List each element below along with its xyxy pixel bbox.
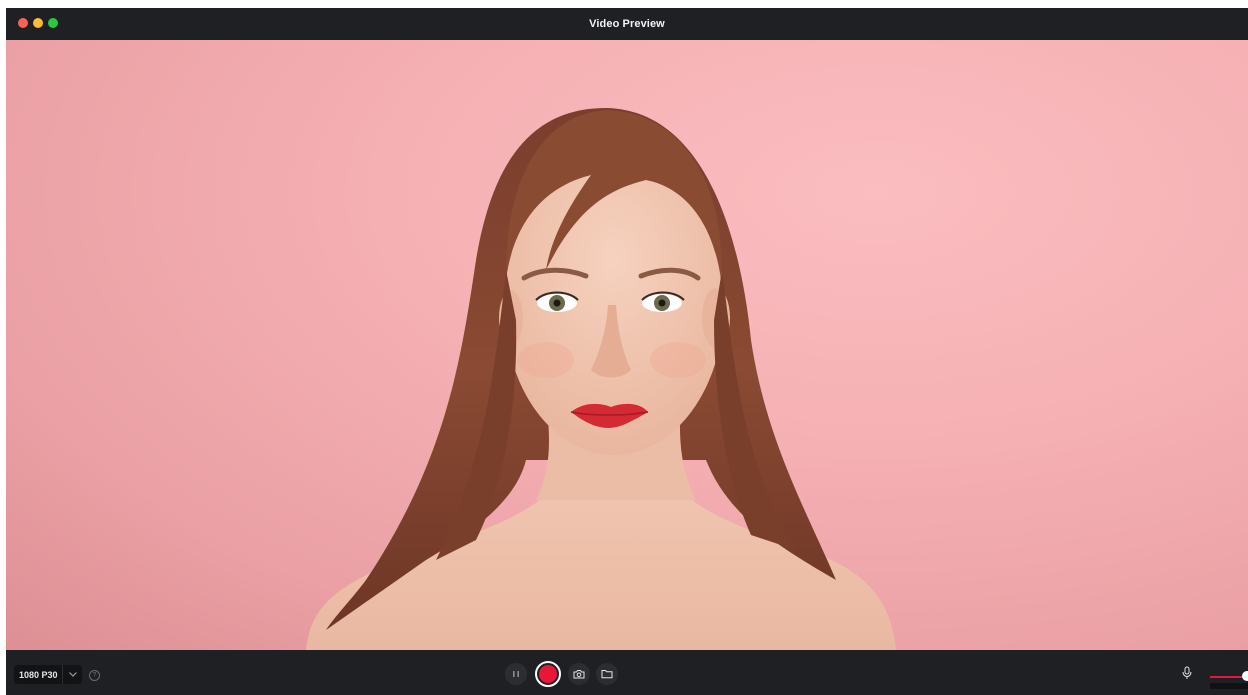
volume-slider-knob[interactable] bbox=[1242, 671, 1248, 681]
snapshot-button[interactable] bbox=[568, 663, 590, 685]
camera-icon bbox=[573, 670, 585, 679]
title-bar[interactable]: Video Preview bbox=[6, 8, 1248, 40]
resolution-value: 1080 P30 bbox=[19, 669, 58, 680]
pause-button[interactable] bbox=[505, 663, 527, 685]
microphone-icon bbox=[1182, 666, 1192, 679]
record-icon bbox=[539, 665, 557, 683]
chevron-down-icon[interactable] bbox=[62, 665, 82, 684]
resolution-select[interactable]: 1080 P30 bbox=[14, 665, 82, 684]
app-window: Video Preview 1080 P30 ? bbox=[6, 8, 1248, 695]
microphone-button[interactable] bbox=[1182, 666, 1192, 685]
bottom-toolbar: 1080 P30 ? bbox=[6, 650, 1248, 695]
question-circle-icon[interactable]: ? bbox=[89, 670, 100, 681]
record-button[interactable] bbox=[535, 661, 561, 687]
video-frame bbox=[306, 108, 896, 650]
pause-icon bbox=[513, 671, 519, 677]
window-title: Video Preview bbox=[589, 18, 665, 30]
video-preview bbox=[6, 40, 1248, 650]
open-folder-button[interactable] bbox=[596, 663, 618, 685]
audio-level-meter bbox=[1210, 683, 1248, 689]
folder-icon bbox=[601, 670, 613, 679]
